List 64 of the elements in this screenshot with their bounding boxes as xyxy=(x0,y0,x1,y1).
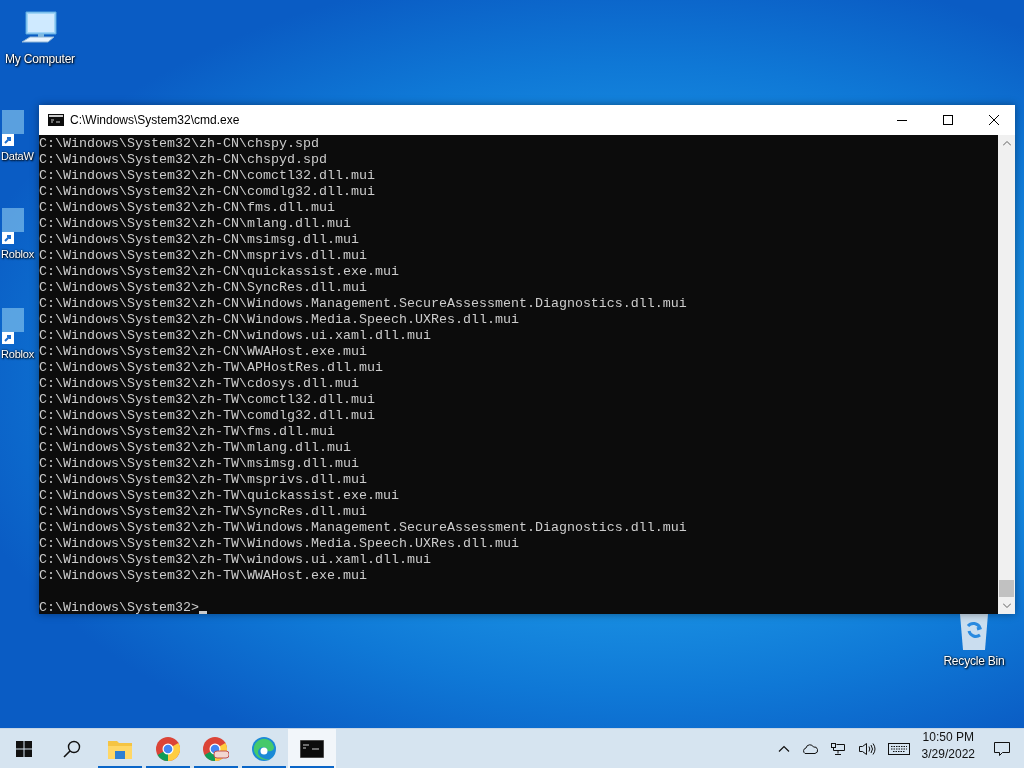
shortcut-icon xyxy=(0,206,24,246)
console-line: C:\Windows\System32\zh-CN\msprivs.dll.mui xyxy=(39,248,368,264)
chrome-icon xyxy=(156,736,180,761)
console-line: C:\Windows\System32\zh-TW\Windows.Management.SecureAssessment.Diagnostics.dll.mui xyxy=(39,520,688,536)
network-icon xyxy=(829,741,846,756)
search-icon xyxy=(63,739,81,758)
text-cursor xyxy=(198,611,207,614)
console-line: C:\Windows\System32\zh-TW\windows.ui.xaml.dll.mui xyxy=(39,552,432,568)
chrome-icon xyxy=(203,736,229,761)
chevron-down-icon xyxy=(1002,603,1011,608)
icon-label[interactable]: Roblox xyxy=(1,348,35,360)
minimize-icon xyxy=(896,119,907,121)
console-line: C:\Windows\System32\zh-CN\Windows.Management.SecureAssessment.Diagnostics.dll.mui xyxy=(39,296,688,312)
chevron-up-icon xyxy=(777,745,790,752)
terminal-icon xyxy=(300,739,324,758)
console-line: C:\Windows\System32\zh-TW\msimsg.dll.mui xyxy=(39,456,360,472)
speech-bubble-icon xyxy=(994,740,1010,757)
console-line: C:\Windows\System32\zh-CN\WWAHost.exe.mui xyxy=(39,344,368,360)
clock[interactable]: 10:50 PM 3/29/2022 xyxy=(918,729,978,768)
icon-label[interactable]: Recycle Bin xyxy=(943,654,1005,668)
console-line: C:\Windows\System32\zh-CN\mlang.dll.mui xyxy=(39,216,352,232)
console-line: C:\Windows\System32\zh-CN\SyncRes.dll.mui xyxy=(39,280,368,296)
console-line: C:\Windows\System32\zh-TW\comdlg32.dll.mui xyxy=(39,408,376,424)
console-line: C:\Windows\System32\zh-CN\chspyd.spd xyxy=(39,152,328,168)
console-line: C:\Windows\System32\zh-CN\windows.ui.xaml.dll.mui xyxy=(39,328,432,344)
scroll-thumb[interactable] xyxy=(999,580,1014,597)
console-line: C:\Windows\System32\zh-TW\msprivs.dll.mui xyxy=(39,472,368,488)
shortcut-icon xyxy=(0,108,24,148)
terminal-icon xyxy=(48,114,64,126)
taskbar-button[interactable] xyxy=(288,729,336,768)
console-line: C:\Windows\System32\zh-TW\WWAHost.exe.mui xyxy=(39,568,368,584)
console-line: C:\Windows\System32\zh-TW\APHostRes.dll.mui xyxy=(39,360,384,376)
console-line: C:\Windows\System32\zh-CN\comdlg32.dll.mui xyxy=(39,184,376,200)
windows-logo-icon xyxy=(16,740,32,757)
icon-label[interactable]: My Computer xyxy=(5,52,75,66)
chevron-up-icon xyxy=(1002,141,1011,146)
maximize-icon xyxy=(942,115,953,125)
window-title: C:\Windows\System32\cmd.exe xyxy=(70,113,241,127)
console-line: C:\Windows\System32\zh-TW\cdosys.dll.mui xyxy=(39,376,360,392)
close-icon xyxy=(988,115,999,125)
edge-icon xyxy=(252,736,276,761)
console-line: C:\Windows\System32\zh-TW\mlang.dll.mui xyxy=(39,440,352,456)
shortcut-icon xyxy=(0,306,24,346)
console-line: C:\Windows\System32\zh-CN\msimsg.dll.mui xyxy=(39,232,360,248)
clock-date: 3/29/2022 xyxy=(921,746,975,763)
console-line: C:\Windows\System32\zh-TW\quickassist.exe.mui xyxy=(39,488,400,504)
console-line: C:\Windows\System32\zh-TW\Windows.Media.Speech.UXRes.dll.mui xyxy=(39,536,520,552)
console-line: C:\Windows\System32\zh-CN\comctl32.dll.mui xyxy=(39,168,376,184)
clock-time: 10:50 PM xyxy=(922,729,974,746)
icon-label[interactable]: Roblox xyxy=(1,248,35,260)
console-line: C:\Windows\System32\zh-TW\fms.dll.mui xyxy=(39,424,336,440)
console-line: C:\Windows\System32\zh-CN\Windows.Media.Speech.UXRes.dll.mui xyxy=(39,312,520,328)
console-line: C:\Windows\System32\zh-CN\fms.dll.mui xyxy=(39,200,336,216)
speaker-icon xyxy=(857,741,876,756)
console-line: C:\Windows\System32\zh-CN\chspy.spd xyxy=(39,136,320,152)
console-line: C:\Windows\System32\zh-CN\quickassist.exe.mui xyxy=(39,264,400,280)
folder-icon xyxy=(108,738,132,759)
icon-label[interactable]: DataW xyxy=(1,150,34,162)
command-prompt: C:\Windows\System32> xyxy=(39,600,199,614)
console-line: C:\Windows\System32\zh-TW\comctl32.dll.mui xyxy=(39,392,376,408)
keyboard-icon xyxy=(887,742,910,755)
console-line: C:\Windows\System32\zh-TW\SyncRes.dll.mui xyxy=(39,504,368,520)
cloud-icon xyxy=(801,743,818,754)
scrollbar[interactable] xyxy=(998,135,1015,614)
